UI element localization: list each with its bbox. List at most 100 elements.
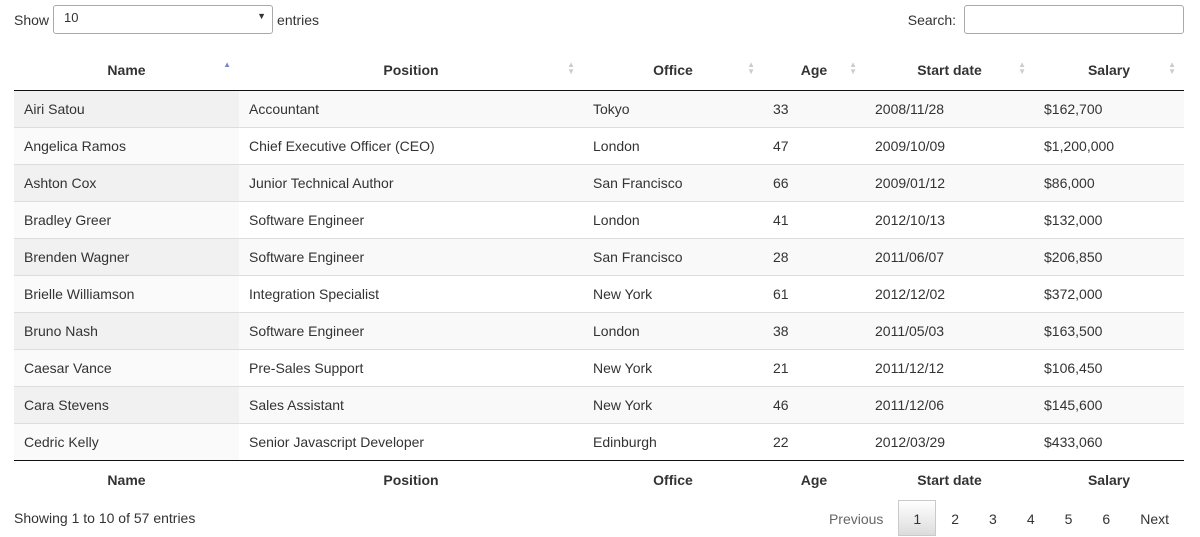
cell-start-date: 2009/10/09 — [865, 126, 1034, 164]
cell-name: Airi Satou — [14, 90, 239, 127]
page-button-4[interactable]: 4 — [1012, 500, 1050, 536]
table-row: Cedric Kelly Senior Javascript Developer E… — [14, 422, 1184, 460]
cell-salary: $106,450 — [1034, 348, 1184, 386]
column-header-name[interactable]: Name ▲ — [14, 50, 239, 91]
sort-both-icon: ▲ ▼ — [849, 60, 857, 76]
page-button-2[interactable]: 2 — [936, 500, 974, 536]
entries-label: entries — [277, 11, 320, 28]
page-button-5[interactable]: 5 — [1050, 500, 1088, 536]
cell-office: London — [583, 200, 763, 238]
cell-position: Software Engineer — [239, 311, 583, 349]
page-button-1[interactable]: 1 — [898, 500, 937, 536]
header-label: Start date — [917, 61, 982, 78]
cell-age: 38 — [763, 311, 865, 349]
footer-age: Age — [763, 459, 865, 500]
cell-position: Chief Executive Officer (CEO) — [239, 126, 583, 164]
column-header-age[interactable]: Age ▲ ▼ — [763, 50, 865, 91]
table-row: Angelica Ramos Chief Executive Officer (C… — [14, 126, 1184, 164]
table-row: Bradley Greer Software Engineer London 41 20… — [14, 200, 1184, 238]
cell-age: 61 — [763, 274, 865, 312]
table-info: Showing 1 to 10 of 57 entries — [14, 510, 196, 526]
cell-salary: $163,500 — [1034, 311, 1184, 349]
table-row: Ashton Cox Junior Technical Author San Fra… — [14, 163, 1184, 201]
cell-position: Software Engineer — [239, 237, 583, 275]
cell-age: 66 — [763, 163, 865, 201]
header-label: Age — [800, 61, 828, 78]
cell-name: Cedric Kelly — [14, 422, 239, 460]
cell-salary: $206,850 — [1034, 237, 1184, 275]
footer-position: Position — [239, 459, 583, 500]
cell-salary: $433,060 — [1034, 422, 1184, 460]
sort-both-icon: ▲ ▼ — [1018, 60, 1026, 76]
cell-position: Accountant — [249, 100, 320, 117]
cell-salary: $145,600 — [1034, 385, 1184, 423]
sort-both-icon: ▲ ▼ — [1168, 60, 1176, 76]
cell-salary: $86,000 — [1034, 163, 1184, 201]
column-header-salary[interactable]: Salary ▲ ▼ — [1034, 50, 1184, 91]
cell-position: Junior Technical Author — [239, 163, 583, 201]
cell-start-date: 2012/10/13 — [865, 200, 1034, 238]
cell-age: 33 — [773, 100, 789, 117]
page-button-3[interactable]: 3 — [974, 500, 1012, 536]
entries-select[interactable]: 10 ▼ — [53, 5, 274, 34]
footer-salary: Salary — [1034, 459, 1184, 500]
cell-position: Pre-Sales Support — [239, 348, 583, 386]
table-row: Airi Satou Accountant Tokyo 33 2008/11/28 $16… — [14, 90, 1184, 127]
table-row: Brielle Williamson Integration Specialist… — [14, 274, 1184, 312]
cell-start-date: 2011/06/07 — [865, 237, 1034, 275]
sort-ascending-icon: ▲ — [223, 60, 231, 69]
cell-office: London — [583, 126, 763, 164]
cell-name: Brielle Williamson — [14, 274, 239, 312]
cell-name: Angelica Ramos — [14, 126, 239, 164]
search-label: Search: — [907, 11, 956, 28]
cell-age: 22 — [763, 422, 865, 460]
cell-salary: $372,000 — [1034, 274, 1184, 312]
cell-office: London — [583, 311, 763, 349]
header-label: Name — [107, 61, 146, 78]
cell-salary: $1,200,000 — [1034, 126, 1184, 164]
page-button-6[interactable]: 6 — [1087, 500, 1125, 536]
cell-start-date: 2012/12/02 — [865, 274, 1034, 312]
cell-office: New York — [583, 348, 763, 386]
sort-both-icon: ▲ ▼ — [747, 60, 755, 76]
entries-value: 10 — [64, 10, 79, 25]
cell-salary: $162,700 — [1044, 100, 1103, 117]
length-control: Show 10 ▼ entries — [14, 5, 319, 34]
cell-name: Ashton Cox — [14, 163, 239, 201]
cell-name: Brenden Wagner — [14, 237, 239, 275]
cell-start-date: 2012/03/29 — [865, 422, 1034, 460]
cell-office: Tokyo — [593, 100, 630, 117]
cell-office: Edinburgh — [583, 422, 763, 460]
cell-position: Sales Assistant — [239, 385, 583, 423]
cell-office: New York — [583, 274, 763, 312]
cell-age: 21 — [763, 348, 865, 386]
cell-salary: $132,000 — [1034, 200, 1184, 238]
header-label: Salary — [1087, 61, 1131, 78]
column-header-start-date[interactable]: Start date ▲ ▼ — [865, 50, 1034, 91]
cell-start-date: 2009/01/12 — [865, 163, 1034, 201]
next-button[interactable]: Next — [1125, 500, 1184, 536]
search-input[interactable] — [964, 5, 1184, 34]
pagination: Previous 123456 Next — [814, 500, 1184, 536]
cell-start-date: 2011/12/12 — [865, 348, 1034, 386]
table-row: Caesar Vance Pre-Sales Support New York 21 2… — [14, 348, 1184, 386]
cell-office: San Francisco — [583, 163, 763, 201]
cell-office: San Francisco — [583, 237, 763, 275]
cell-position: Software Engineer — [239, 200, 583, 238]
cell-name: Bruno Nash — [14, 311, 239, 349]
header-label: Position — [383, 61, 439, 78]
column-header-office[interactable]: Office ▲ ▼ — [583, 50, 763, 91]
cell-name: Caesar Vance — [14, 348, 239, 386]
sort-both-icon: ▲ ▼ — [567, 60, 575, 76]
table-row: Brenden Wagner Software Engineer San Franc… — [14, 237, 1184, 275]
table-row: Bruno Nash Software Engineer London 38 2011/… — [14, 311, 1184, 349]
data-table: Name ▲ Position ▲ ▼ Office ▲ ▼ Age ▲ ▼ Start date ▲ ▼… — [14, 50, 1184, 500]
previous-button[interactable]: Previous — [814, 500, 898, 536]
cell-position: Senior Javascript Developer — [239, 422, 583, 460]
header-label: Office — [653, 61, 693, 78]
column-header-position[interactable]: Position ▲ ▼ — [239, 50, 583, 91]
cell-age: 41 — [763, 200, 865, 238]
cell-start-date: 2011/05/03 — [865, 311, 1034, 349]
show-label: Show — [14, 11, 50, 28]
footer-name: Name — [14, 459, 239, 500]
